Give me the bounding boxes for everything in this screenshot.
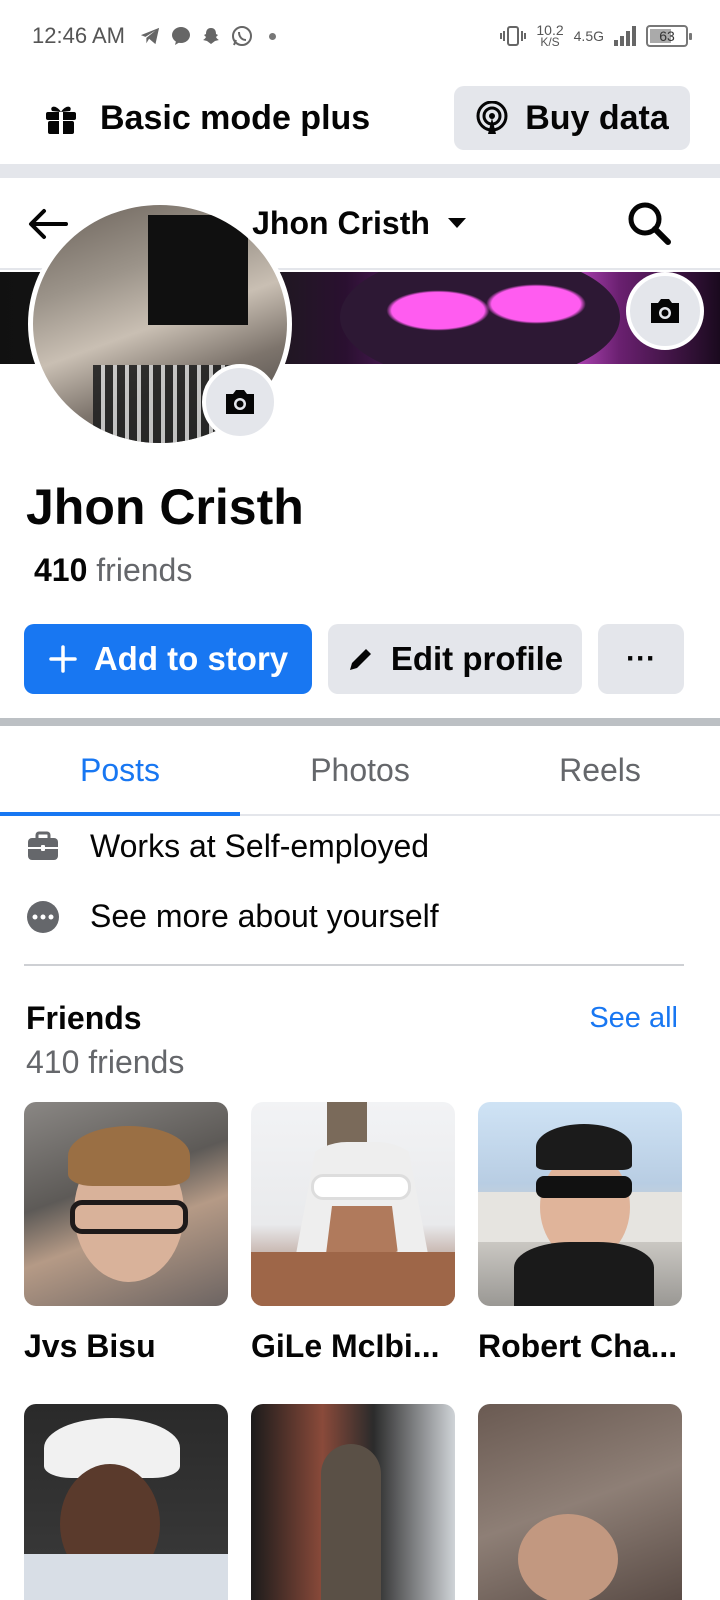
messenger-icon — [171, 27, 190, 45]
notification-icons — [139, 25, 276, 47]
tab-reels[interactable]: Reels — [480, 726, 720, 814]
see-more-about-link[interactable]: See more about yourself — [26, 898, 439, 935]
friend-card[interactable]: Jvs Bisu — [24, 1102, 228, 1365]
friend-photo — [24, 1102, 228, 1306]
friend-count-label: friends — [87, 552, 193, 588]
profile-name: Jhon Cristh — [26, 479, 304, 535]
friend-card[interactable] — [251, 1404, 455, 1600]
tab-photos[interactable]: Photos — [240, 726, 480, 814]
caret-down-icon — [447, 218, 466, 228]
friend-card[interactable] — [24, 1404, 228, 1600]
search-icon[interactable] — [626, 200, 672, 246]
more-circle-icon — [27, 900, 59, 933]
see-all-friends-link[interactable]: See all — [589, 1002, 678, 1035]
buy-data-button[interactable]: Buy data — [454, 86, 690, 150]
friends-heading: Friends — [26, 1000, 142, 1036]
friend-card[interactable]: Robert Cha... — [478, 1102, 682, 1365]
friends-subtitle: 410 friends — [26, 1044, 185, 1080]
signal-icon — [614, 26, 636, 46]
friend-name: Jvs Bisu — [24, 1328, 156, 1364]
status-right: 10.2 K/S 4.5G 63 — [500, 23, 692, 49]
divider — [0, 718, 720, 726]
add-to-story-label: Add to story — [93, 640, 289, 677]
profile-tabs: Posts Photos Reels — [0, 726, 720, 816]
avatar-camera-button[interactable] — [202, 364, 278, 440]
divider — [0, 164, 720, 178]
telegram-icon — [140, 27, 160, 45]
whatsapp-icon — [231, 26, 252, 46]
net-speed: 10.2 K/S — [536, 23, 563, 49]
plus-icon — [49, 645, 77, 673]
more-options-icon: ··· — [626, 642, 656, 675]
friend-photo — [24, 1404, 228, 1600]
snapchat-icon — [202, 28, 219, 44]
friend-name: GiLe McIbi... — [251, 1328, 440, 1364]
basic-mode-title: Basic mode plus — [100, 98, 371, 137]
friend-name: Robert Cha... — [478, 1328, 678, 1364]
friend-photo — [478, 1404, 682, 1600]
profile-actions: Add to story Edit profile ··· — [24, 624, 684, 694]
pencil-icon — [349, 649, 371, 670]
briefcase-icon — [28, 831, 58, 860]
see-more-about-text: See more about yourself — [90, 898, 439, 934]
add-to-story-button[interactable]: Add to story — [24, 624, 312, 694]
cover-camera-button[interactable] — [626, 272, 704, 350]
network-type: 4.5G — [573, 28, 604, 44]
edit-profile-label: Edit profile — [390, 640, 564, 677]
friend-card[interactable]: GiLe McIbi... — [251, 1102, 455, 1365]
status-bar: 12:46 AM 10.2 K/S 4.5G 63 — [0, 0, 720, 72]
divider — [24, 964, 684, 966]
dot-icon — [268, 32, 276, 40]
camera-icon — [651, 299, 679, 323]
friend-photo — [251, 1102, 455, 1306]
friend-count[interactable]: 410 friends — [34, 552, 192, 589]
avatar-image-detail — [148, 215, 248, 325]
intro-work: Works at Self-employed — [26, 828, 429, 865]
friend-photo — [478, 1102, 682, 1306]
battery-icon: 63 — [646, 25, 692, 47]
gift-icon — [46, 106, 76, 134]
camera-icon — [226, 390, 254, 414]
tab-posts[interactable]: Posts — [0, 726, 240, 816]
profile-switcher[interactable]: Jhon Cristh — [252, 205, 468, 242]
friend-photo — [251, 1404, 455, 1600]
friend-card[interactable] — [478, 1404, 682, 1600]
net-speed-unit: K/S — [540, 35, 560, 49]
basic-mode-bar: Basic mode plus Buy data — [0, 72, 720, 164]
more-options-button[interactable]: ··· — [598, 624, 684, 694]
broadcast-icon — [476, 101, 508, 134]
edit-profile-button[interactable]: Edit profile — [328, 624, 582, 694]
intro-work-text: Works at Self-employed — [90, 828, 430, 864]
vibrate-icon — [500, 26, 527, 46]
nav-title: Jhon Cristh — [252, 204, 430, 241]
friend-count-number: 410 — [34, 552, 88, 588]
battery-level: 63 — [659, 28, 675, 44]
cover-image-art — [340, 272, 620, 364]
buy-data-label: Buy data — [525, 98, 669, 137]
status-time: 12:46 AM — [32, 23, 125, 48]
